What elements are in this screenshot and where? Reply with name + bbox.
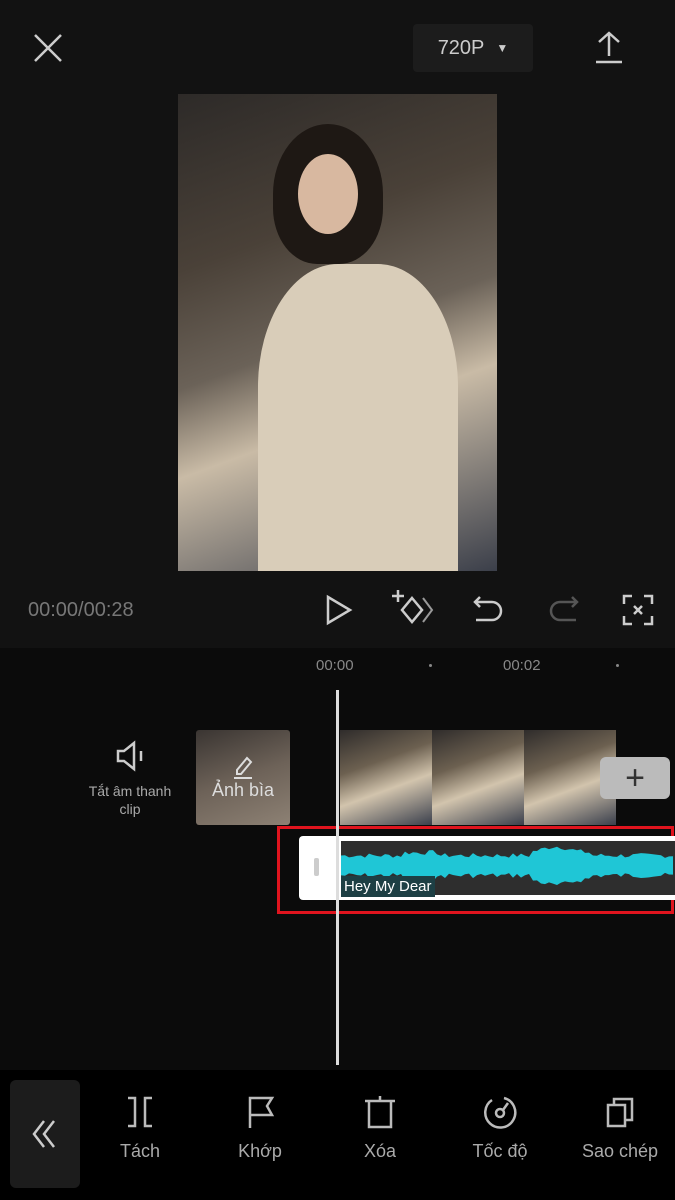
split-icon bbox=[128, 1096, 152, 1128]
fullscreen-icon[interactable] bbox=[622, 594, 654, 626]
video-clip-frame[interactable] bbox=[340, 730, 432, 825]
timeline-tick: 00:00 bbox=[316, 657, 354, 674]
keyframe-icon[interactable] bbox=[390, 588, 436, 628]
speed-icon bbox=[484, 1096, 517, 1129]
redo-icon[interactable] bbox=[548, 594, 580, 624]
resolution-dropdown[interactable]: 720P ▼ bbox=[413, 24, 533, 72]
copy-label: Sao chép bbox=[581, 1141, 659, 1161]
match-button[interactable]: Khớp bbox=[210, 1095, 310, 1162]
close-icon[interactable] bbox=[33, 33, 63, 63]
split-button[interactable]: Tách bbox=[90, 1095, 190, 1162]
add-clip-button[interactable]: + bbox=[600, 757, 670, 799]
playback-time: 00:00/00:28 bbox=[28, 599, 134, 621]
undo-icon[interactable] bbox=[472, 594, 504, 624]
play-icon[interactable] bbox=[325, 594, 353, 626]
double-chevron-left-icon bbox=[32, 1120, 55, 1148]
caret-down-icon: ▼ bbox=[496, 41, 509, 55]
video-preview[interactable] bbox=[178, 94, 497, 571]
cover-label: Ảnh bìa bbox=[211, 780, 275, 800]
flag-icon bbox=[248, 1096, 275, 1128]
video-clip-frame[interactable] bbox=[432, 730, 524, 825]
delete-label: Xóa bbox=[363, 1141, 397, 1161]
match-label: Khớp bbox=[238, 1141, 282, 1161]
speed-button[interactable]: Tốc độ bbox=[450, 1095, 550, 1162]
resolution-value: 720P bbox=[437, 36, 485, 59]
timeline-tick-dot bbox=[429, 664, 432, 667]
delete-icon bbox=[365, 1096, 395, 1129]
speaker-icon bbox=[116, 740, 143, 772]
audio-track-name: Hey My Dear bbox=[341, 876, 435, 897]
delete-button[interactable]: Xóa bbox=[330, 1095, 430, 1162]
back-button[interactable] bbox=[10, 1080, 80, 1188]
playhead[interactable] bbox=[336, 690, 339, 1065]
timeline-tick: 00:02 bbox=[503, 657, 541, 674]
split-label: Tách bbox=[119, 1141, 161, 1161]
upload-icon[interactable] bbox=[594, 30, 624, 64]
edit-icon bbox=[234, 756, 253, 779]
top-bar bbox=[0, 0, 675, 95]
copy-button[interactable]: Sao chép bbox=[570, 1095, 670, 1162]
trim-handle[interactable] bbox=[314, 858, 319, 876]
timeline-tick-dot bbox=[616, 664, 619, 667]
speed-label: Tốc độ bbox=[472, 1141, 528, 1161]
mute-clip-audio-button[interactable]: Tắt âm thanh clip bbox=[80, 740, 180, 818]
copy-icon bbox=[606, 1097, 634, 1128]
cover-button[interactable]: Ảnh bìa bbox=[196, 730, 290, 825]
mute-clip-label: Tắt âm thanh clip bbox=[88, 783, 172, 817]
